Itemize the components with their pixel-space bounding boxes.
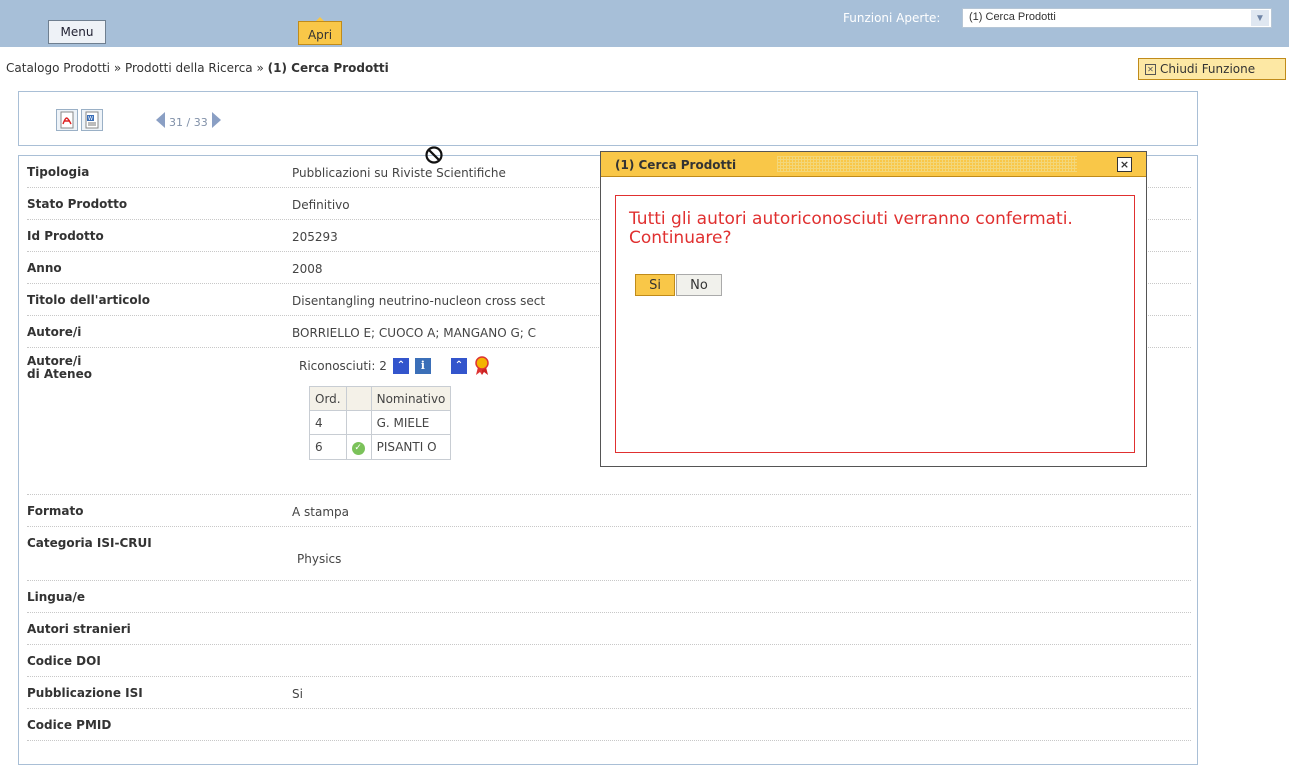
ord-cell: 6 bbox=[309, 434, 347, 460]
collapse-up-icon[interactable]: ⌃ bbox=[392, 358, 409, 374]
column-header: Ord. bbox=[309, 386, 347, 411]
field-value: Pubblicazioni su Riviste Scientifiche bbox=[292, 166, 506, 180]
field-label: Autori stranieri bbox=[27, 622, 131, 636]
field-value: BORRIELLO E; CUOCO A; MANGANO G; C bbox=[292, 326, 537, 340]
top-bar: Menu Apri Funzioni Aperte: (1) Cerca Pro… bbox=[0, 0, 1289, 47]
field-label: Categoria ISI-CRUI bbox=[27, 536, 152, 550]
word-export-icon[interactable]: W bbox=[81, 109, 103, 131]
column-header bbox=[345, 386, 372, 411]
table-row: 6 ✓ PISANTI O bbox=[309, 434, 452, 460]
column-header: Nominativo bbox=[370, 386, 452, 411]
ord-cell: 4 bbox=[309, 410, 347, 435]
close-icon: ✕ bbox=[1145, 63, 1156, 75]
dialog-message: Tutti gli autori autoriconosciuti verran… bbox=[629, 209, 1073, 248]
status-cell: ✓ bbox=[345, 434, 372, 460]
funzioni-aperte-label: Funzioni Aperte: bbox=[843, 11, 941, 25]
chevron-down-icon[interactable]: ▼ bbox=[1251, 10, 1269, 26]
svg-text:W: W bbox=[88, 116, 93, 122]
field-label: Lingua/e bbox=[27, 590, 86, 604]
riconosciuti-label: Riconosciuti: 2 bbox=[299, 359, 387, 373]
check-icon: ✓ bbox=[351, 442, 365, 455]
field-label: Codice DOI bbox=[27, 654, 101, 668]
field-value: Disentangling neutrino-nucleon cross sec… bbox=[292, 294, 546, 308]
pager-text: 31 / 33 bbox=[169, 116, 208, 129]
funzioni-selected-value: (1) Cerca Prodotti bbox=[969, 11, 1056, 23]
field-row: Autori stranieri bbox=[27, 613, 1191, 645]
breadcrumb-prodotti[interactable]: Prodotti della Ricerca bbox=[125, 61, 253, 75]
confirm-dialog: (1) Cerca Prodotti × Tutti gli autori au… bbox=[600, 151, 1147, 467]
pdf-export-icon[interactable] bbox=[56, 109, 78, 131]
field-label: Anno bbox=[27, 261, 62, 275]
dialog-title: (1) Cerca Prodotti bbox=[615, 158, 737, 172]
dialog-body: Tutti gli autori autoriconosciuti verran… bbox=[615, 195, 1135, 453]
field-value: Si bbox=[292, 687, 303, 701]
title-bar-pattern bbox=[777, 156, 1077, 172]
field-value: 205293 bbox=[292, 230, 338, 244]
field-row: Lingua/e bbox=[27, 581, 1191, 613]
field-label: Autore/i di Ateneo bbox=[27, 354, 92, 381]
breadcrumb-current: (1) Cerca Prodotti bbox=[267, 61, 389, 75]
previous-arrow-icon[interactable] bbox=[156, 111, 165, 128]
next-arrow-icon[interactable] bbox=[211, 111, 221, 128]
dialog-title-bar[interactable]: (1) Cerca Prodotti × bbox=[601, 152, 1146, 177]
yes-button[interactable]: Si bbox=[635, 274, 675, 296]
status-cell bbox=[345, 410, 372, 435]
not-allowed-cursor-icon bbox=[425, 146, 443, 164]
field-row: Pubblicazione ISI Si bbox=[27, 677, 1191, 709]
field-value: Definitivo bbox=[292, 198, 350, 212]
table-header-row: Ord. Nominativo bbox=[309, 386, 452, 411]
field-label: Pubblicazione ISI bbox=[27, 686, 143, 700]
no-button[interactable]: No bbox=[676, 274, 722, 296]
field-label: Id Prodotto bbox=[27, 229, 104, 243]
collapse-up-icon[interactable]: ⌃ bbox=[450, 358, 467, 374]
breadcrumb-sep-2: » bbox=[256, 61, 264, 75]
pager: 31 / 33 bbox=[156, 110, 221, 129]
field-label: Stato Prodotto bbox=[27, 197, 128, 211]
funzioni-aperte-select[interactable]: (1) Cerca Prodotti ▼ bbox=[962, 8, 1272, 28]
authors-table: Ord. Nominativo 4 G. MIELE 6 ✓ PISANTI O bbox=[309, 386, 452, 460]
field-row: Codice PMID bbox=[27, 709, 1191, 741]
field-value: Physics bbox=[297, 552, 342, 566]
field-row: Categoria ISI-CRUI Physics bbox=[27, 527, 1191, 581]
field-row: Codice DOI bbox=[27, 645, 1191, 677]
field-label: Titolo dell'articolo bbox=[27, 293, 151, 307]
field-row: Formato A stampa bbox=[27, 495, 1191, 527]
riconosciuti-bar: Riconosciuti: 2 ⌃ i ⌃ bbox=[299, 356, 491, 376]
table-row: 4 G. MIELE bbox=[309, 410, 452, 435]
field-label: Formato bbox=[27, 504, 84, 518]
chiudi-label: Chiudi Funzione bbox=[1160, 62, 1256, 76]
dialog-close-button[interactable]: × bbox=[1117, 157, 1132, 172]
field-value: A stampa bbox=[292, 505, 349, 519]
field-label: Autore/i bbox=[27, 325, 82, 339]
breadcrumb-catalogo[interactable]: Catalogo Prodotti bbox=[6, 61, 110, 75]
award-ribbon-icon[interactable] bbox=[473, 356, 491, 376]
breadcrumb: Catalogo Prodotti » Prodotti della Ricer… bbox=[6, 61, 389, 75]
info-icon[interactable]: i bbox=[414, 358, 431, 374]
breadcrumb-sep-1: » bbox=[113, 61, 122, 75]
chiudi-funzione-button[interactable]: ✕ Chiudi Funzione bbox=[1138, 58, 1286, 80]
toolbar: W 31 / 33 bbox=[18, 91, 1198, 146]
field-label: Tipologia bbox=[27, 165, 90, 179]
apri-button[interactable]: Apri bbox=[298, 21, 342, 45]
field-value: 2008 bbox=[292, 262, 323, 276]
menu-button[interactable]: Menu bbox=[48, 20, 106, 44]
nominativo-cell: G. MIELE bbox=[370, 410, 452, 435]
field-label: Codice PMID bbox=[27, 718, 112, 732]
nominativo-cell: PISANTI O bbox=[370, 434, 452, 460]
